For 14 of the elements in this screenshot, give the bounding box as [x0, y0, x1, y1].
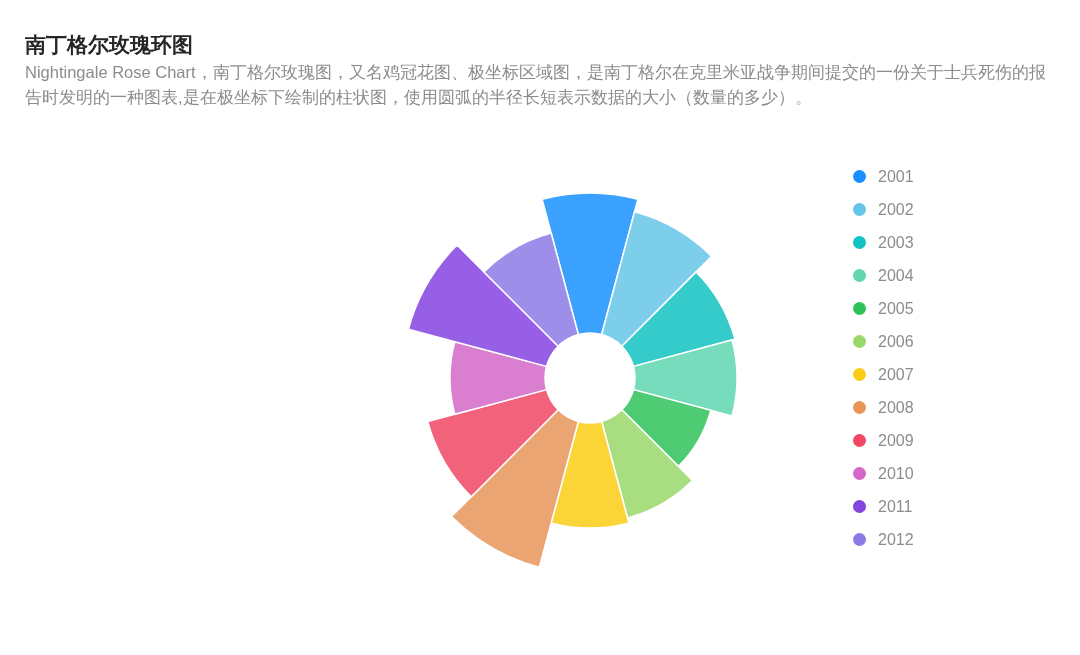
legend-label[interactable]: 2011 — [878, 494, 913, 519]
legend-label[interactable]: 2002 — [878, 197, 914, 222]
legend-label[interactable]: 2006 — [878, 329, 914, 354]
chart-description: Nightingale Rose Chart，南丁格尔玫瑰图，又名鸡冠花图、极坐标区域图，是南丁格尔在克里米亚战争期间提交的一份关于士兵死伤的报告时发明的一种图表,是在极坐标下绘制的柱状图，使用圆弧的半径长短表示数据的大小（数量的多少）。 — [25, 62, 1047, 108]
legend-label[interactable]: 2012 — [878, 527, 914, 552]
legend-label[interactable]: 2005 — [878, 296, 914, 321]
legend-label[interactable]: 2001 — [878, 164, 914, 189]
legend-label[interactable]: 2004 — [878, 263, 914, 288]
chart-title: 南丁格尔玫瑰环图 — [25, 32, 193, 58]
legend-label[interactable]: 2010 — [878, 461, 914, 486]
legend-label[interactable]: 2008 — [878, 395, 914, 420]
legend-label[interactable]: 2003 — [878, 230, 914, 255]
legend-label[interactable]: 2009 — [878, 428, 914, 453]
legend-label[interactable]: 2007 — [878, 362, 914, 387]
